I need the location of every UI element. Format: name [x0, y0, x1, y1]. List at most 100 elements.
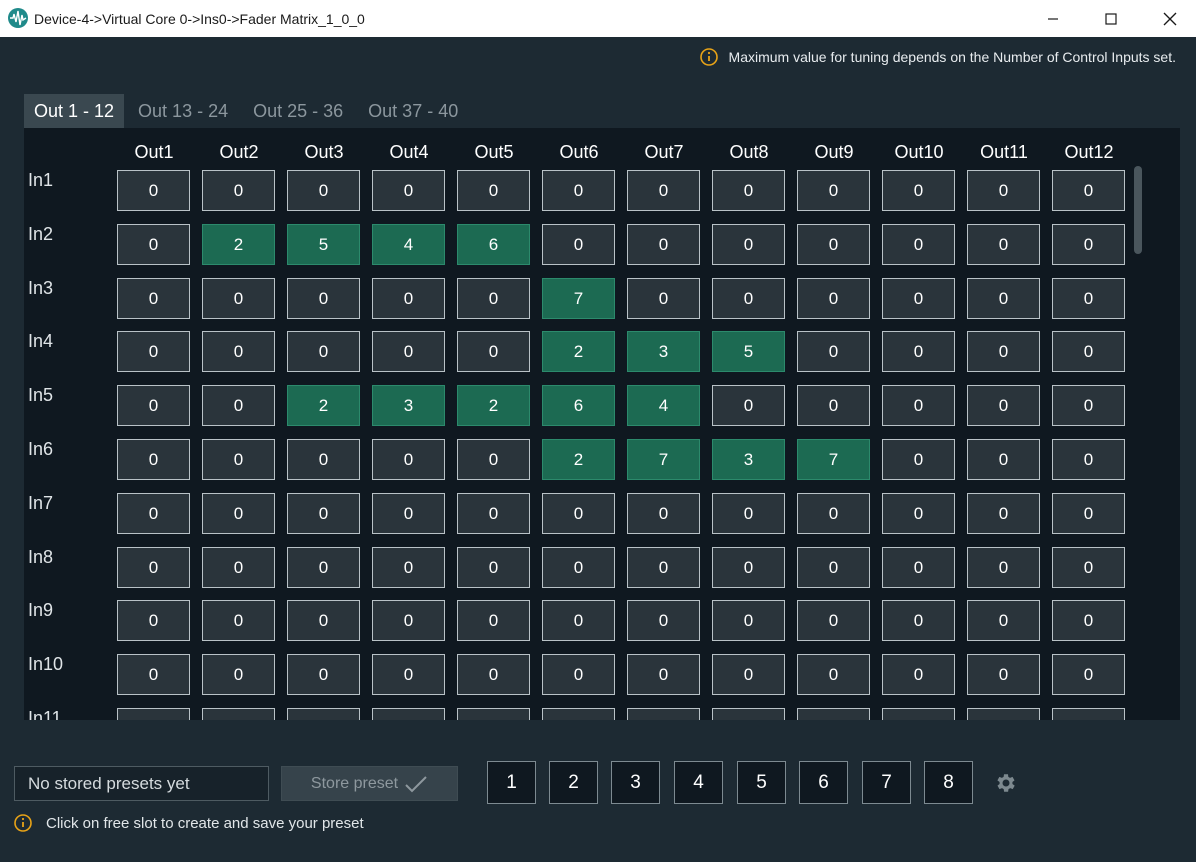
close-button[interactable] — [1147, 0, 1193, 37]
matrix-cell[interactable]: 0 — [287, 493, 360, 534]
matrix-cell[interactable]: 5 — [287, 224, 360, 265]
matrix-cell[interactable]: 0 — [967, 493, 1040, 534]
matrix-cell[interactable]: 0 — [1052, 170, 1125, 211]
matrix-cell[interactable]: 0 — [712, 493, 785, 534]
matrix-cell[interactable]: 0 — [1052, 600, 1125, 641]
matrix-cell[interactable]: 0 — [542, 493, 615, 534]
matrix-cell[interactable]: 0 — [882, 708, 955, 720]
matrix-cell[interactable]: 0 — [712, 708, 785, 720]
matrix-cell[interactable]: 0 — [712, 170, 785, 211]
matrix-cell[interactable]: 0 — [117, 385, 190, 426]
matrix-cell[interactable]: 0 — [882, 278, 955, 319]
matrix-cell[interactable]: 2 — [457, 385, 530, 426]
matrix-cell[interactable]: 0 — [372, 439, 445, 480]
matrix-cell[interactable]: 0 — [967, 439, 1040, 480]
preset-name-field[interactable]: No stored presets yet — [14, 766, 269, 801]
matrix-cell[interactable]: 0 — [457, 493, 530, 534]
matrix-cell[interactable]: 0 — [457, 600, 530, 641]
matrix-cell[interactable]: 0 — [627, 170, 700, 211]
matrix-cell[interactable]: 0 — [372, 708, 445, 720]
matrix-cell[interactable]: 0 — [542, 654, 615, 695]
matrix-cell[interactable]: 0 — [457, 439, 530, 480]
matrix-cell[interactable]: 0 — [967, 385, 1040, 426]
tab-out-25-36[interactable]: Out 25 - 36 — [243, 94, 353, 128]
matrix-cell[interactable]: 0 — [457, 654, 530, 695]
matrix-cell[interactable]: 0 — [882, 224, 955, 265]
matrix-cell[interactable]: 0 — [287, 278, 360, 319]
matrix-cell[interactable]: 0 — [627, 278, 700, 319]
matrix-cell[interactable]: 0 — [627, 547, 700, 588]
matrix-cell[interactable]: 0 — [797, 385, 870, 426]
matrix-cell[interactable]: 0 — [1052, 331, 1125, 372]
matrix-cell[interactable]: 0 — [457, 547, 530, 588]
store-preset-button[interactable]: Store preset — [281, 766, 458, 801]
matrix-cell[interactable]: 0 — [712, 547, 785, 588]
matrix-cell[interactable]: 0 — [117, 170, 190, 211]
matrix-cell[interactable]: 0 — [202, 278, 275, 319]
matrix-cell[interactable]: 0 — [117, 547, 190, 588]
matrix-cell[interactable]: 0 — [1052, 439, 1125, 480]
matrix-cell[interactable]: 6 — [457, 224, 530, 265]
matrix-cell[interactable]: 0 — [1052, 278, 1125, 319]
matrix-cell[interactable]: 6 — [542, 385, 615, 426]
gear-icon[interactable] — [994, 771, 1018, 795]
matrix-cell[interactable]: 3 — [712, 439, 785, 480]
matrix-cell[interactable]: 2 — [287, 385, 360, 426]
matrix-cell[interactable]: 4 — [372, 224, 445, 265]
matrix-cell[interactable]: 0 — [542, 708, 615, 720]
matrix-cell[interactable]: 0 — [202, 493, 275, 534]
matrix-cell[interactable]: 0 — [1052, 708, 1125, 720]
matrix-cell[interactable]: 0 — [967, 331, 1040, 372]
matrix-cell[interactable]: 0 — [882, 547, 955, 588]
matrix-cell[interactable]: 0 — [372, 547, 445, 588]
matrix-cell[interactable]: 0 — [372, 654, 445, 695]
matrix-cell[interactable]: 5 — [712, 331, 785, 372]
matrix-cell[interactable]: 0 — [712, 224, 785, 265]
preset-slot-button[interactable]: 7 — [862, 761, 911, 804]
matrix-cell[interactable]: 0 — [542, 547, 615, 588]
matrix-cell[interactable]: 0 — [287, 170, 360, 211]
tab-out-1-12[interactable]: Out 1 - 12 — [24, 94, 125, 128]
preset-slot-button[interactable]: 2 — [549, 761, 598, 804]
matrix-cell[interactable]: 0 — [967, 654, 1040, 695]
matrix-cell[interactable]: 0 — [797, 224, 870, 265]
matrix-cell[interactable]: 0 — [797, 547, 870, 588]
matrix-cell[interactable]: 0 — [457, 170, 530, 211]
matrix-cell[interactable]: 0 — [627, 224, 700, 265]
matrix-cell[interactable]: 0 — [967, 224, 1040, 265]
matrix-cell[interactable]: 0 — [797, 654, 870, 695]
matrix-cell[interactable]: 0 — [542, 170, 615, 211]
matrix-cell[interactable]: 0 — [202, 385, 275, 426]
matrix-cell[interactable]: 0 — [117, 708, 190, 720]
matrix-cell[interactable]: 0 — [457, 331, 530, 372]
matrix-cell[interactable]: 2 — [542, 439, 615, 480]
matrix-cell[interactable]: 0 — [287, 600, 360, 641]
matrix-cell[interactable]: 0 — [797, 331, 870, 372]
matrix-cell[interactable]: 0 — [287, 331, 360, 372]
tab-out-13-24[interactable]: Out 13 - 24 — [128, 94, 238, 128]
matrix-cell[interactable]: 0 — [882, 493, 955, 534]
matrix-cell[interactable]: 0 — [457, 278, 530, 319]
matrix-cell[interactable]: 0 — [372, 600, 445, 641]
matrix-cell[interactable]: 0 — [117, 278, 190, 319]
preset-slot-button[interactable]: 4 — [674, 761, 723, 804]
matrix-cell[interactable]: 0 — [712, 278, 785, 319]
matrix-cell[interactable]: 0 — [202, 170, 275, 211]
matrix-cell[interactable]: 0 — [797, 600, 870, 641]
matrix-cell[interactable]: 0 — [712, 385, 785, 426]
preset-slot-button[interactable]: 8 — [924, 761, 973, 804]
matrix-cell[interactable]: 0 — [542, 600, 615, 641]
matrix-cell[interactable]: 0 — [967, 170, 1040, 211]
matrix-cell[interactable]: 0 — [542, 224, 615, 265]
matrix-cell[interactable]: 0 — [117, 493, 190, 534]
matrix-scrollbar[interactable] — [1134, 166, 1142, 254]
matrix-cell[interactable]: 0 — [967, 708, 1040, 720]
preset-slot-button[interactable]: 3 — [611, 761, 660, 804]
matrix-cell[interactable]: 0 — [372, 331, 445, 372]
matrix-cell[interactable]: 0 — [117, 439, 190, 480]
matrix-cell[interactable]: 0 — [1052, 547, 1125, 588]
matrix-cell[interactable]: 0 — [797, 170, 870, 211]
matrix-cell[interactable]: 7 — [627, 439, 700, 480]
matrix-cell[interactable]: 0 — [1052, 493, 1125, 534]
matrix-cell[interactable]: 0 — [882, 331, 955, 372]
